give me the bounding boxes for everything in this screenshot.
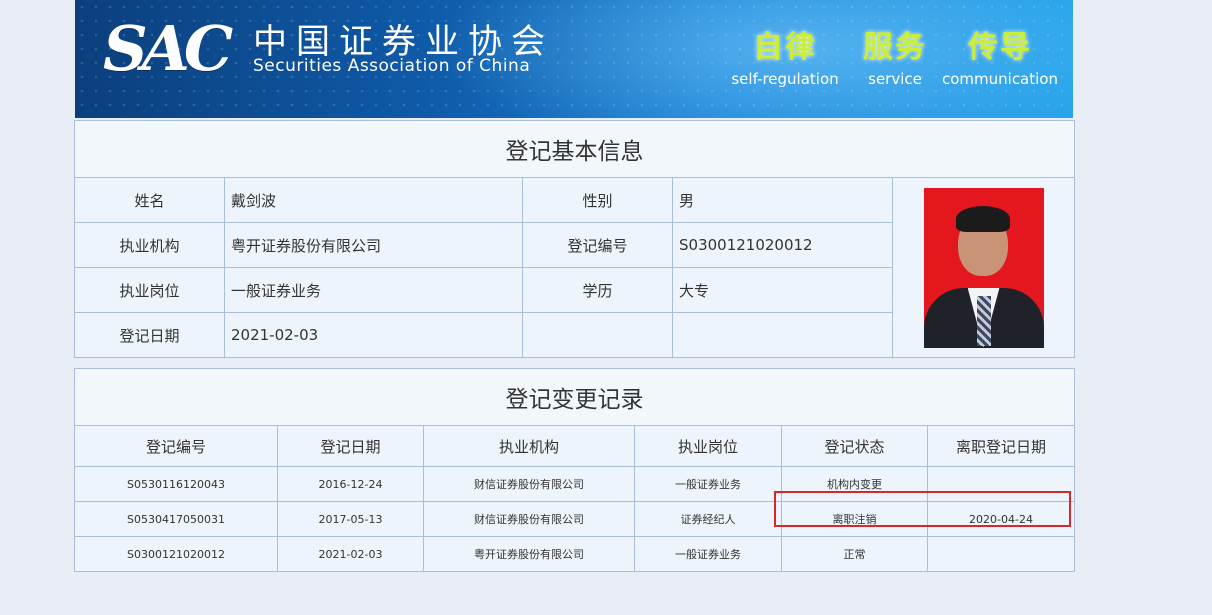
- slogan-zh: 服务: [863, 30, 927, 65]
- label-institution: 执业机构: [74, 222, 225, 268]
- value-reg-date: 2021-02-03: [224, 312, 523, 358]
- value-gender: 男: [672, 177, 893, 223]
- cell-reg-date: 2017-05-13: [277, 501, 424, 537]
- cell-reg-number: S0530116120043: [74, 466, 278, 502]
- cell-position: 证券经纪人: [634, 501, 782, 537]
- cell-institution: 财信证券股份有限公司: [423, 501, 635, 537]
- label-education: 学历: [522, 267, 673, 313]
- label-reg-date: 登记日期: [74, 312, 225, 358]
- column-header: 登记状态: [781, 425, 928, 467]
- photo-cell: [891, 177, 1076, 358]
- cell-reg-number: S0530417050031: [74, 501, 278, 537]
- header-row: 登记编号 登记日期 执业机构 执业岗位 登记状态 离职登记日期: [74, 425, 1075, 467]
- cell-institution: 粤开证券股份有限公司: [423, 536, 635, 572]
- value-institution: 粤开证券股份有限公司: [224, 222, 523, 268]
- table-row: S0300121020012 2021-02-03 粤开证券股份有限公司 一般证…: [74, 536, 1075, 572]
- cell-leave-date: [927, 466, 1075, 502]
- photo-hair: [955, 205, 1010, 232]
- change-records-table: 登记变更记录 登记编号 登记日期 执业机构 执业岗位 登记状态 离职登记日期 S…: [74, 368, 1075, 572]
- org-name-en: Securities Association of China: [253, 56, 531, 76]
- table-row: S0530116120043 2016-12-24 财信证券股份有限公司 一般证…: [74, 466, 1075, 502]
- slogan-zh: 传导: [968, 30, 1032, 65]
- column-header: 执业机构: [423, 425, 635, 467]
- label-position: 执业岗位: [74, 267, 225, 313]
- table-row: 姓名 戴剑波 性别 男: [74, 177, 1076, 358]
- label-reg-number: 登记编号: [522, 222, 673, 268]
- label-name: 姓名: [74, 177, 225, 223]
- header-banner: SAC 中国证券业协会 Securities Association of Ch…: [75, 0, 1073, 118]
- table-row: S0530417050031 2017-05-13 财信证券股份有限公司 证券经…: [74, 501, 1075, 537]
- cell-leave-date: 2020-04-24: [927, 501, 1075, 537]
- cell-status: 离职注销: [781, 501, 928, 537]
- empty-cell: [522, 312, 673, 358]
- basic-info-table: 登记基本信息 姓名 戴剑波 性别 男 执业机构 粤开证券股份有限公司 登记编号 …: [73, 120, 1076, 358]
- cell-position: 一般证券业务: [634, 536, 782, 572]
- slogan-service: 服务 service: [850, 22, 940, 88]
- label-gender: 性别: [522, 177, 673, 223]
- slogan-self-regulation: 自律 self-regulation: [725, 22, 845, 88]
- value-name: 戴剑波: [224, 177, 523, 223]
- cell-reg-date: 2021-02-03: [277, 536, 424, 572]
- slogan-en: service: [868, 70, 922, 88]
- basic-info-title: 登记基本信息: [73, 120, 1076, 178]
- column-header: 执业岗位: [634, 425, 782, 467]
- cell-status: 机构内变更: [781, 466, 928, 502]
- photo-tie: [976, 295, 991, 346]
- slogan-en: communication: [941, 70, 1058, 88]
- slogan-communication: 传导 communication: [940, 22, 1060, 88]
- slogan-en: self-regulation: [731, 70, 839, 88]
- value-education: 大专: [672, 267, 893, 313]
- change-records-title: 登记变更记录: [74, 368, 1075, 426]
- column-header: 登记日期: [277, 425, 424, 467]
- column-header: 登记编号: [74, 425, 278, 467]
- cell-reg-date: 2016-12-24: [277, 466, 424, 502]
- cell-position: 一般证券业务: [634, 466, 782, 502]
- empty-cell: [672, 312, 893, 358]
- person-photo: [923, 187, 1044, 348]
- cell-reg-number: S0300121020012: [74, 536, 278, 572]
- value-position: 一般证券业务: [224, 267, 523, 313]
- value-reg-number: S0300121020012: [672, 222, 893, 268]
- cell-leave-date: [927, 536, 1075, 572]
- slogan-zh: 自律: [753, 30, 817, 65]
- column-header: 离职登记日期: [927, 425, 1075, 467]
- cell-institution: 财信证券股份有限公司: [423, 466, 635, 502]
- sac-logo[interactable]: SAC: [103, 12, 233, 85]
- cell-status: 正常: [781, 536, 928, 572]
